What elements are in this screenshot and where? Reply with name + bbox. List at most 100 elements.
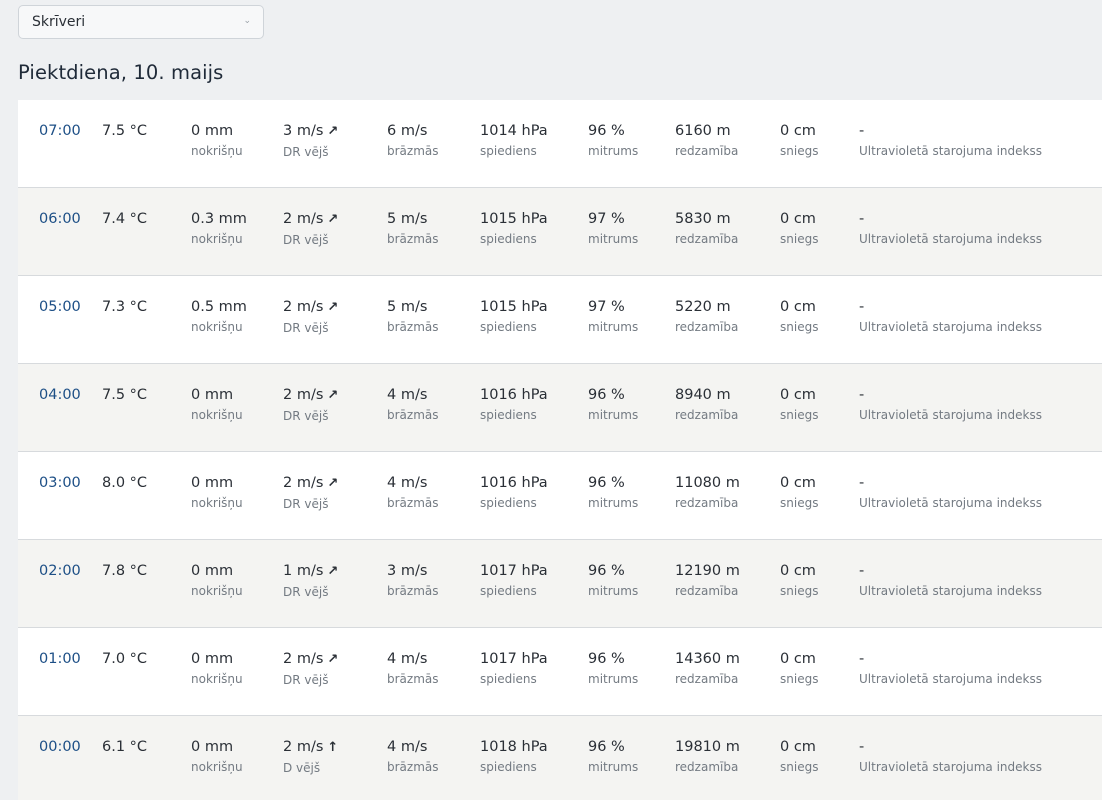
precipitation-value: 0 mm — [191, 651, 234, 667]
hour-time[interactable]: 03:00 — [39, 474, 81, 492]
visibility-cell: 14360 m redzamība — [675, 650, 740, 687]
gust-value: 4 m/s — [387, 387, 428, 403]
humidity-label: mitrums — [588, 144, 639, 158]
gust-cell: 4 m/s brāzmās — [387, 386, 439, 423]
wind-direction-arrow-icon: ↗ — [327, 212, 339, 227]
chevron-down-icon: ⌄ — [243, 16, 251, 26]
wind-value: 1 m/s ↗ — [283, 563, 339, 579]
visibility-label: redzamība — [675, 672, 739, 686]
precipitation-cell: 0.5 mm nokrišņu — [191, 298, 247, 335]
humidity-label: mitrums — [588, 232, 639, 246]
gust-label: brāzmās — [387, 232, 439, 246]
precipitation-value: 0 mm — [191, 739, 234, 755]
humidity-value: 97 % — [588, 211, 625, 227]
snow-label: sniegs — [780, 144, 819, 158]
humidity-label: mitrums — [588, 408, 639, 422]
humidity-value: 96 % — [588, 563, 625, 579]
hour-time[interactable]: 07:00 — [39, 122, 81, 140]
temperature: 7.0 °C — [102, 651, 148, 667]
hour-time[interactable]: 00:00 — [39, 738, 81, 756]
pressure-label: spiediens — [480, 496, 537, 510]
snow-label: sniegs — [780, 496, 819, 510]
pressure-value: 1017 hPa — [480, 651, 548, 667]
hour-time[interactable]: 04:00 — [39, 386, 81, 404]
pressure-value: 1017 hPa — [480, 563, 548, 579]
uv-index-label: Ultravioletā starojuma indekss — [859, 320, 1042, 334]
snow-label: sniegs — [780, 320, 819, 334]
precipitation-cell: 0 mm nokrišņu — [191, 650, 243, 687]
temperature: 6.1 °C — [102, 739, 148, 755]
visibility-value: 11080 m — [675, 475, 740, 491]
snow-cell: 0 cm sniegs — [780, 562, 818, 599]
humidity-label: mitrums — [588, 320, 639, 334]
wind-value: 2 m/s ↑ — [283, 739, 339, 755]
hour-time[interactable]: 06:00 — [39, 210, 81, 228]
temperature: 7.4 °C — [102, 211, 148, 227]
gust-label: brāzmās — [387, 496, 439, 510]
uv-index-cell: - Ultravioletā starojuma indekss — [859, 210, 1042, 247]
snow-label: sniegs — [780, 232, 819, 246]
snow-cell: 0 cm sniegs — [780, 738, 818, 775]
humidity-value: 97 % — [588, 299, 625, 315]
pressure-value: 1015 hPa — [480, 211, 548, 227]
precipitation-label: nokrišņu — [191, 672, 243, 686]
snow-value: 0 cm — [780, 475, 816, 491]
location-select[interactable]: Skrīveri ⌄ — [18, 5, 264, 39]
pressure-cell: 1018 hPa spiediens — [480, 738, 548, 775]
uv-index-cell: - Ultravioletā starojuma indekss — [859, 650, 1042, 687]
uv-index-cell: - Ultravioletā starojuma indekss — [859, 122, 1042, 159]
snow-value: 0 cm — [780, 651, 816, 667]
wind-direction-label: DR vējš — [283, 145, 329, 159]
uv-index-label: Ultravioletā starojuma indekss — [859, 496, 1042, 510]
hour-time[interactable]: 05:00 — [39, 298, 81, 316]
precipitation-value: 0.3 mm — [191, 211, 247, 227]
pressure-value: 1016 hPa — [480, 387, 548, 403]
gust-label: brāzmās — [387, 672, 439, 686]
snow-cell: 0 cm sniegs — [780, 474, 818, 511]
hour-time[interactable]: 02:00 — [39, 562, 81, 580]
visibility-value: 6160 m — [675, 123, 731, 139]
snow-value: 0 cm — [780, 211, 816, 227]
humidity-cell: 96 % mitrums — [588, 474, 638, 511]
visibility-cell: 12190 m redzamība — [675, 562, 740, 599]
wind-cell: 2 m/s ↗ DR vējš — [283, 474, 338, 512]
visibility-label: redzamība — [675, 496, 739, 510]
gust-label: brāzmās — [387, 760, 439, 774]
snow-value: 0 cm — [780, 387, 816, 403]
uv-index-label: Ultravioletā starojuma indekss — [859, 144, 1042, 158]
pressure-label: spiediens — [480, 408, 537, 422]
humidity-label: mitrums — [588, 584, 639, 598]
humidity-cell: 96 % mitrums — [588, 650, 638, 687]
uv-index-value: - — [859, 739, 865, 755]
precipitation-cell: 0 mm nokrišņu — [191, 738, 243, 775]
visibility-cell: 11080 m redzamība — [675, 474, 740, 511]
snow-cell: 0 cm sniegs — [780, 386, 818, 423]
humidity-value: 96 % — [588, 123, 625, 139]
humidity-cell: 97 % mitrums — [588, 298, 638, 335]
gust-cell: 4 m/s brāzmās — [387, 650, 439, 687]
wind-direction-label: DR vējš — [283, 321, 329, 335]
gust-value: 4 m/s — [387, 475, 428, 491]
humidity-value: 96 % — [588, 475, 625, 491]
hourly-forecast-row: 02:00 7.8 °C 0 mm nokrišņu 1 m/s ↗ DR vēj… — [18, 540, 1102, 628]
hour-time[interactable]: 01:00 — [39, 650, 81, 668]
gust-cell: 3 m/s brāzmās — [387, 562, 439, 599]
pressure-label: spiediens — [480, 760, 537, 774]
gust-cell: 4 m/s brāzmās — [387, 738, 439, 775]
wind-value: 2 m/s ↗ — [283, 651, 339, 667]
snow-value: 0 cm — [780, 123, 816, 139]
location-select-value: Skrīveri — [32, 14, 86, 30]
wind-direction-arrow-icon: ↗ — [327, 564, 339, 579]
pressure-cell: 1017 hPa spiediens — [480, 562, 548, 599]
wind-direction-label: DR vējš — [283, 409, 329, 423]
temperature: 7.5 °C — [102, 387, 148, 403]
hourly-forecast-row: 00:00 6.1 °C 0 mm nokrišņu 2 m/s ↑ D vējš… — [18, 716, 1102, 800]
visibility-label: redzamība — [675, 760, 739, 774]
day-title: Piektdiena, 10. maijs — [18, 61, 224, 84]
precipitation-value: 0 mm — [191, 123, 234, 139]
visibility-cell: 6160 m redzamība — [675, 122, 738, 159]
gust-label: brāzmās — [387, 144, 439, 158]
visibility-label: redzamība — [675, 584, 739, 598]
snow-value: 0 cm — [780, 299, 816, 315]
snow-label: sniegs — [780, 584, 819, 598]
